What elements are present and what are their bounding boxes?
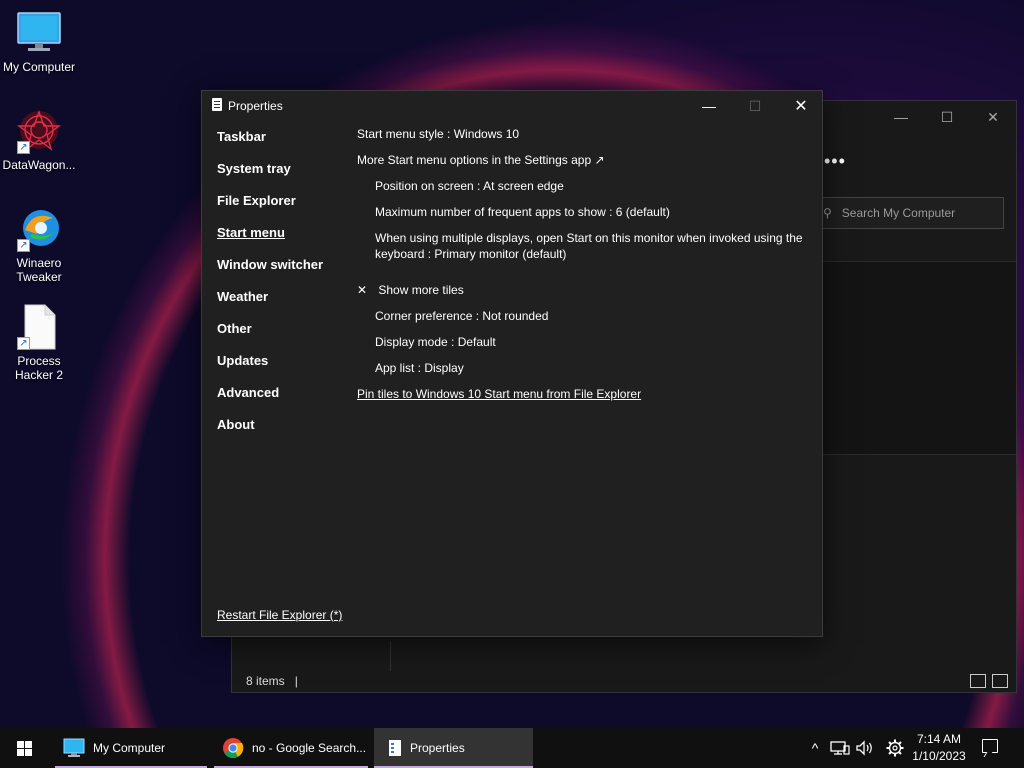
search-placeholder: Search My Computer <box>841 206 956 220</box>
restart-explorer-link[interactable]: Restart File Explorer (*) <box>217 608 342 622</box>
setting-show-more-tiles[interactable]: ✕ Show more tiles <box>357 281 807 307</box>
nav-item-other[interactable]: Other <box>217 321 347 353</box>
chrome-icon <box>223 738 244 759</box>
clock-date: 1/10/2023 <box>912 749 966 763</box>
taskbar-item-properties[interactable]: Properties <box>374 728 533 768</box>
link-pin-tiles[interactable]: Pin tiles to Windows 10 Start menu from … <box>357 385 807 411</box>
nav-item-taskbar[interactable]: Taskbar <box>217 129 347 161</box>
nav-item-about[interactable]: About <box>217 417 347 449</box>
setting-corner-preference[interactable]: Corner preference : Not rounded <box>357 307 807 333</box>
explorer-close-button[interactable]: ✕ <box>970 101 1016 133</box>
search-icon: ⚲ <box>823 206 832 220</box>
monitor-icon <box>63 738 85 757</box>
notification-center-icon[interactable] <box>982 739 998 753</box>
details-view-icon[interactable] <box>970 674 986 688</box>
shortcut-arrow-icon: ↗ <box>17 239 30 252</box>
explorer-maximize-button[interactable]: ☐ <box>924 101 970 133</box>
clock-time: 7:14 AM <box>916 732 962 746</box>
desktop-icon-winaero-tweaker[interactable]: ↗ Winaero Tweaker <box>0 206 78 284</box>
minimize-button[interactable]: — <box>686 91 732 121</box>
setting-app-list[interactable]: App list : Display <box>357 359 807 385</box>
settings-nav: Taskbar System tray File Explorer Start … <box>217 129 347 449</box>
properties-app-icon <box>212 98 222 111</box>
explorer-caption-buttons: — ☐ ✕ <box>878 101 1016 133</box>
close-button[interactable]: ✕ <box>778 91 824 121</box>
nav-item-window-switcher[interactable]: Window switcher <box>217 257 347 289</box>
monitor-icon <box>15 10 63 56</box>
nav-item-start-menu[interactable]: Start menu <box>217 225 347 257</box>
shortcut-arrow-icon: ↗ <box>17 141 30 154</box>
winaero-icon: ↗ <box>15 206 63 252</box>
gear-icon[interactable] <box>885 738 905 758</box>
title-bar[interactable]: Properties — ☐ ✕ <box>202 91 822 121</box>
taskbar-item-label: My Computer <box>93 741 166 755</box>
desktop-icon-my-computer[interactable]: My Computer <box>0 10 78 74</box>
start-menu-settings: Start menu style : Windows 10 More Start… <box>357 125 807 411</box>
desktop-icon-datawagon[interactable]: ↗ DataWagon... <box>0 108 78 172</box>
more-options-button[interactable]: ••• <box>824 151 846 172</box>
shortcut-arrow-icon: ↗ <box>17 337 30 350</box>
desktop-icon-label: DataWagon... <box>2 158 76 172</box>
speaker-icon[interactable] <box>855 740 877 756</box>
show-hidden-icons-chevron[interactable]: ^ <box>805 740 825 756</box>
setting-position-on-screen[interactable]: Position on screen : At screen edge <box>357 177 807 203</box>
setting-label: Show more tiles <box>378 283 464 297</box>
link-more-start-options[interactable]: More Start menu options in the Settings … <box>357 151 807 177</box>
setting-start-menu-style[interactable]: Start menu style : Windows 10 <box>357 125 807 151</box>
checkmark-x-icon: ✕ <box>357 283 368 297</box>
explorer-search-box[interactable]: ⚲ Search My Computer <box>812 197 1004 229</box>
properties-window[interactable]: Properties — ☐ ✕ Taskbar System tray Fil… <box>201 90 823 637</box>
taskbar: My Computer no - Google Search... Proper… <box>0 728 1024 768</box>
divider <box>390 641 391 671</box>
nav-item-updates[interactable]: Updates <box>217 353 347 385</box>
window-title: Properties <box>228 99 283 113</box>
desktop-icon-process-hacker[interactable]: ↗ Process Hacker 2 <box>0 304 78 382</box>
nav-item-weather[interactable]: Weather <box>217 289 347 321</box>
nav-item-system-tray[interactable]: System tray <box>217 161 347 193</box>
details-pane <box>822 262 1016 455</box>
taskbar-clock[interactable]: 7:14 AM 1/10/2023 <box>906 731 972 765</box>
desktop-icon-label: Process Hacker 2 <box>14 354 64 382</box>
nav-item-advanced[interactable]: Advanced <box>217 385 347 417</box>
setting-max-frequent-apps[interactable]: Maximum number of frequent apps to show … <box>357 203 807 229</box>
view-toggle <box>970 674 1008 688</box>
taskbar-item-label: no - Google Search... <box>252 741 367 755</box>
maximize-button[interactable]: ☐ <box>732 91 778 121</box>
network-icon[interactable] <box>829 740 851 756</box>
setting-display-mode[interactable]: Display mode : Default <box>357 333 807 359</box>
setting-multiple-displays[interactable]: When using multiple displays, open Start… <box>357 229 807 281</box>
file-icon: ↗ <box>15 304 63 350</box>
desktop-icon-label: My Computer <box>2 60 76 74</box>
explorer-minimize-button[interactable]: — <box>878 101 924 133</box>
windows-logo-icon <box>16 740 32 756</box>
nav-item-file-explorer[interactable]: File Explorer <box>217 193 347 225</box>
taskbar-item-my-computer[interactable]: My Computer <box>55 728 207 768</box>
properties-app-icon <box>389 740 401 756</box>
datawagon-icon: ↗ <box>15 108 63 154</box>
taskbar-item-label: Properties <box>410 741 465 755</box>
system-tray: ^ <box>805 728 905 768</box>
start-button[interactable] <box>0 728 48 768</box>
taskbar-item-chrome[interactable]: no - Google Search... <box>214 728 368 768</box>
large-icons-view-icon[interactable] <box>992 674 1008 688</box>
status-bar-count: 8 items | <box>246 674 298 688</box>
desktop-icon-label: Winaero Tweaker <box>16 256 62 284</box>
